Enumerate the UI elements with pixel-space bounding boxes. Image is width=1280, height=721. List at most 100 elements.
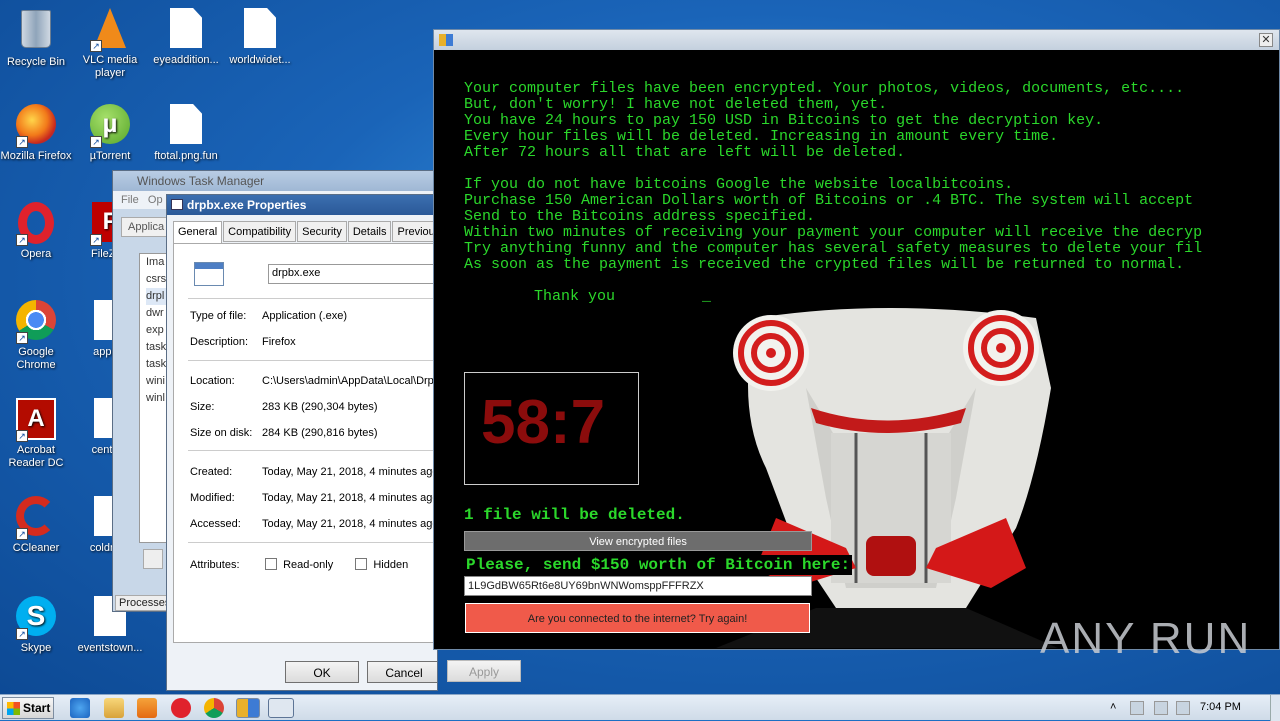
- desktop-icon-utorrent[interactable]: µ ↗ µTorrent: [72, 104, 148, 163]
- list-item[interactable]: csrs: [146, 271, 166, 288]
- properties-dialog[interactable]: drpbx.exe Properties General Compatibilit…: [166, 194, 438, 691]
- retry-connection-button[interactable]: Are you connected to the internet? Try a…: [465, 603, 810, 633]
- chrome-icon[interactable]: [204, 698, 224, 718]
- desktop-icon-label: Skype: [20, 642, 52, 654]
- desktop-icon-label: Google Chrome: [16, 346, 56, 371]
- message-line: You have 24 hours to pay 150 USD in Bitc…: [464, 112, 1104, 129]
- task-manager-task-icon[interactable]: [268, 698, 294, 718]
- clock[interactable]: 7:04 PM: [1200, 701, 1241, 713]
- tab-compatibility[interactable]: Compatibility: [223, 221, 297, 242]
- ransom-window[interactable]: ✕ Your computer files have been encrypte…: [433, 29, 1280, 650]
- list-item[interactable]: wini: [146, 373, 166, 390]
- message-line: Every hour files will be deleted. Increa…: [464, 128, 1059, 145]
- tab-previous-versions[interactable]: Previous: [392, 221, 437, 242]
- task-manager-titlebar[interactable]: Windows Task Manager: [113, 171, 441, 191]
- internet-explorer-icon[interactable]: [70, 698, 90, 718]
- desktop-icon-recycle-bin[interactable]: Recycle Bin: [0, 8, 74, 69]
- show-desktop-button[interactable]: [1270, 695, 1280, 721]
- desktop-icon-chrome[interactable]: ↗ Google Chrome: [0, 300, 74, 372]
- media-player-icon[interactable]: [137, 698, 157, 718]
- created-label: Created:: [190, 466, 233, 478]
- list-item[interactable]: winl: [146, 390, 166, 407]
- action-center-icon[interactable]: [1130, 701, 1144, 715]
- general-panel: drpbx.exe Type of file: Application (.exe…: [173, 243, 437, 643]
- size-on-disk-label: Size on disk:: [190, 427, 253, 439]
- desktop-icon-acrobat[interactable]: A ↗ Acrobat Reader DC: [0, 398, 74, 470]
- desktop-icon-label: VLC media player: [82, 54, 138, 79]
- list-item[interactable]: exp: [146, 322, 166, 339]
- ok-button[interactable]: OK: [285, 661, 359, 683]
- windows-logo-icon: [7, 702, 20, 715]
- message-line: But, don't worry! I have not deleted the…: [464, 96, 888, 113]
- list-item[interactable]: drpl: [146, 288, 166, 305]
- ransom-titlebar[interactable]: ✕: [434, 30, 1279, 50]
- folder-icon[interactable]: [104, 698, 124, 718]
- desktop-icon-opera[interactable]: ↗ Opera: [0, 202, 74, 261]
- timer-value: 58:7: [481, 388, 606, 457]
- desktop: Recycle Bin ↗ Mozilla Firefox ↗ Opera ↗ …: [0, 0, 1280, 694]
- readonly-label[interactable]: Read-only: [283, 559, 333, 571]
- readonly-checkbox[interactable]: [265, 558, 278, 570]
- menu-file[interactable]: File: [121, 194, 139, 206]
- opera-icon[interactable]: [171, 698, 191, 718]
- desktop-icon-label: Acrobat Reader DC: [8, 444, 64, 469]
- start-button[interactable]: Start: [2, 697, 54, 719]
- list-item[interactable]: dwr: [146, 305, 166, 322]
- tray-expand-icon[interactable]: ˄: [1110, 701, 1124, 715]
- message-line: If you do not have bitcoins Google the w…: [464, 177, 1014, 193]
- desktop-icon-firefox[interactable]: ↗ Mozilla Firefox: [0, 104, 74, 163]
- list-item[interactable]: task: [146, 339, 166, 356]
- menu-options[interactable]: Op: [148, 194, 163, 206]
- tab-applications[interactable]: Applica: [121, 217, 172, 237]
- thank-you-text: Thank you: [534, 289, 616, 305]
- network-icon[interactable]: [1154, 701, 1168, 715]
- apply-button[interactable]: Apply: [447, 660, 521, 682]
- filename-field[interactable]: drpbx.exe: [268, 264, 437, 284]
- document-icon: [240, 8, 280, 52]
- hidden-checkbox[interactable]: [355, 558, 368, 570]
- shield-icon[interactable]: [143, 549, 163, 569]
- location-value[interactable]: C:\Users\admin\AppData\Local\Drp: [262, 375, 434, 387]
- ransomware-task-icon[interactable]: [236, 698, 260, 718]
- desktop-icon-label: ftotal.png.fun: [154, 150, 218, 162]
- desktop-icon-eyeaddition[interactable]: eyeaddition...: [148, 8, 224, 67]
- process-list[interactable]: Ima csrs drpl dwr exp task task wini win…: [139, 253, 167, 543]
- window-title: Windows Task Manager: [137, 174, 265, 188]
- desktop-icon-ccleaner[interactable]: ↗ CCleaner: [0, 496, 74, 555]
- desktop-icon-label: eyeaddition...: [153, 54, 219, 66]
- desktop-icon-ftotal[interactable]: ftotal.png.fun: [148, 104, 224, 163]
- utorrent-icon: µ ↗: [90, 104, 130, 148]
- taskbar: Start ˄ 7:04 PM: [0, 694, 1280, 721]
- list-item[interactable]: task: [146, 356, 166, 373]
- cancel-button[interactable]: Cancel: [367, 661, 437, 683]
- hidden-label[interactable]: Hidden: [373, 559, 408, 571]
- view-encrypted-files-button[interactable]: View encrypted files: [464, 531, 812, 551]
- accessed-label: Accessed:: [190, 518, 241, 530]
- divider: [188, 298, 437, 299]
- desktop-icon-label: worldwidet...: [229, 54, 291, 66]
- desktop-icon-label: µTorrent: [89, 150, 131, 162]
- close-icon[interactable]: ✕: [1259, 33, 1273, 47]
- tab-details[interactable]: Details: [347, 221, 392, 242]
- skype-icon: S ↗: [16, 596, 56, 640]
- divider: [188, 542, 437, 543]
- list-header[interactable]: Ima: [146, 254, 166, 271]
- tab-general[interactable]: General: [173, 221, 223, 244]
- desktop-icon-label: CCleaner: [12, 542, 60, 554]
- payment-instruction: Please, send $150 worth of Bitcoin here:: [464, 555, 853, 575]
- desktop-icon-vlc[interactable]: ↗ VLC media player: [72, 8, 148, 80]
- jigsaw-puppet-image: [716, 308, 1058, 648]
- vlc-icon: ↗: [90, 8, 130, 52]
- tab-security[interactable]: Security: [297, 221, 347, 242]
- desktop-icon-worldwidet[interactable]: worldwidet...: [222, 8, 298, 67]
- description-label: Description:: [190, 336, 249, 348]
- modified-label: Modified:: [190, 492, 235, 504]
- desktop-icon-skype[interactable]: S ↗ Skype: [0, 596, 74, 655]
- properties-titlebar[interactable]: drpbx.exe Properties: [167, 195, 437, 215]
- volume-icon[interactable]: [1176, 701, 1190, 715]
- application-file-icon: [194, 262, 224, 286]
- size-label: Size:: [190, 401, 215, 413]
- type-label: Type of file:: [190, 310, 247, 322]
- ransom-message-block-1: Your computer files have been encrypted.…: [464, 81, 1274, 161]
- bitcoin-address-field[interactable]: 1L9GdBW65Rt6e8UY69bnWNWomsppFFFRZX: [464, 576, 812, 596]
